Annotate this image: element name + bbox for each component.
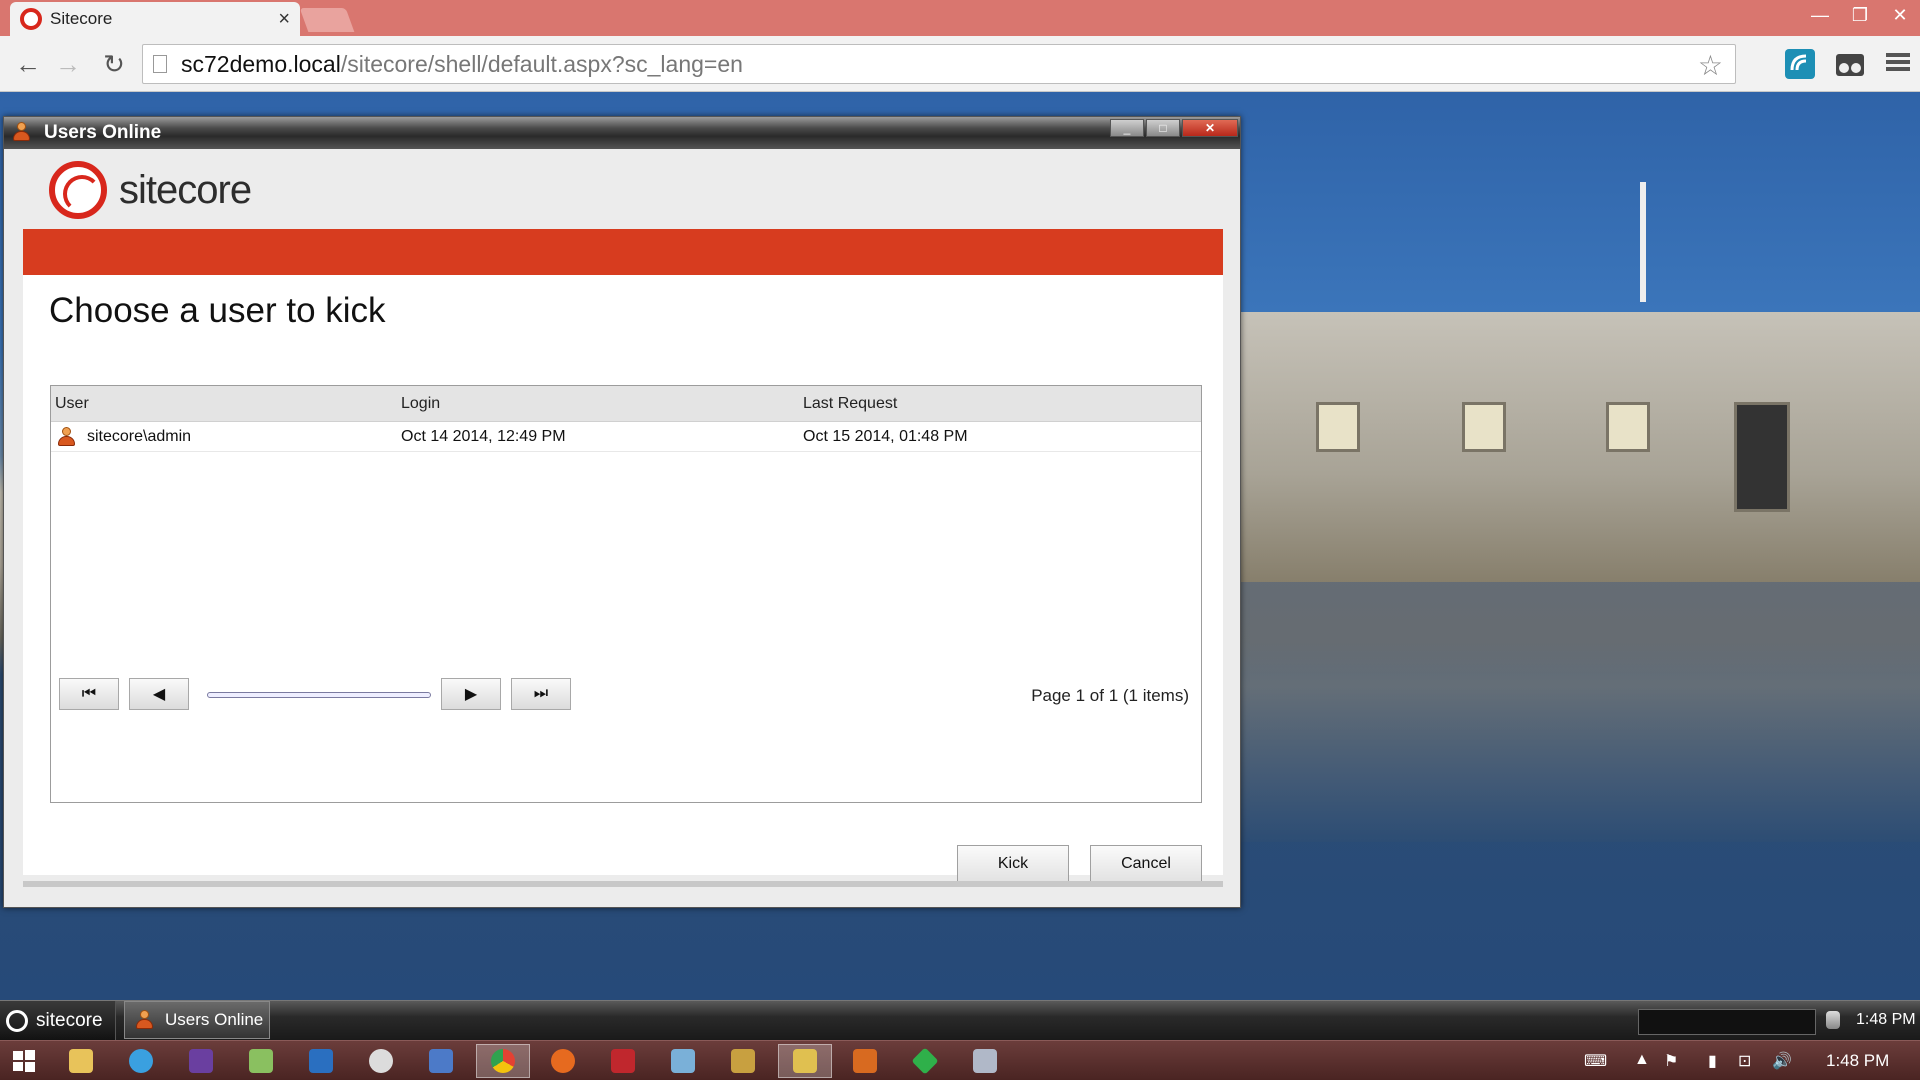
battery-icon[interactable]: ▮ xyxy=(1708,1051,1717,1071)
column-header-user[interactable]: User xyxy=(55,386,89,421)
sitecore-clock: 1:48 PM xyxy=(1856,1011,1916,1028)
outlook-icon[interactable] xyxy=(294,1044,348,1078)
bookmark-star-icon[interactable]: ☆ xyxy=(1698,49,1723,82)
internet-explorer-icon[interactable] xyxy=(114,1044,168,1078)
taskbar-item-label: Users Online xyxy=(165,1010,264,1029)
page-icon xyxy=(153,55,167,73)
kick-button[interactable]: Kick xyxy=(957,845,1069,883)
previous-page-button[interactable]: ◀ xyxy=(129,678,189,710)
table-row[interactable]: sitecore\admin Oct 14 2014, 12:49 PM Oct… xyxy=(51,422,1201,452)
dialog-body: sitecore Choose a user to kick User Logi… xyxy=(23,151,1223,883)
dialog-titlebar[interactable]: Users Online _ □ ✕ xyxy=(4,117,1240,149)
windows-start-icon[interactable] xyxy=(12,1049,36,1073)
network-tool-icon[interactable] xyxy=(656,1044,710,1078)
header-band xyxy=(23,229,1223,275)
url-path: /sitecore/shell/default.aspx?sc_lang=en xyxy=(340,50,743,77)
chrome-icon[interactable] xyxy=(476,1044,530,1078)
users-online-icon xyxy=(12,122,34,144)
users-online-task-icon xyxy=(135,1010,155,1030)
filezilla-icon[interactable] xyxy=(596,1044,650,1078)
restore-icon[interactable]: ❐ xyxy=(1840,0,1880,30)
tools-icon[interactable] xyxy=(778,1044,832,1078)
url-host: sc72demo.local xyxy=(181,50,341,77)
extension-icon[interactable] xyxy=(1784,48,1816,80)
notepad-icon[interactable] xyxy=(234,1044,288,1078)
dialog-title: Users Online xyxy=(44,122,162,143)
page-title: Choose a user to kick xyxy=(49,291,386,330)
browser-toolbar: ← → ↻ sc72demo.local /sitecore/shell/def… xyxy=(0,36,1920,92)
sitecore-taskbar: sitecore Users Online 1:48 PM xyxy=(0,1000,1920,1041)
database-icon[interactable] xyxy=(1826,1011,1840,1029)
close-tab-icon[interactable]: × xyxy=(278,8,290,31)
visual-studio-icon[interactable] xyxy=(174,1044,228,1078)
taskbar-item-users-online[interactable]: Users Online xyxy=(124,1001,270,1039)
database-tool-icon[interactable] xyxy=(958,1044,1012,1078)
sitecore-start-icon xyxy=(6,1010,28,1032)
grid-pager: ⏮ ◀ ▶ ⏭ Page 1 of 1 (1 items) xyxy=(59,678,1189,712)
last-page-button[interactable]: ⏭ xyxy=(511,678,571,710)
wallpaper-tower xyxy=(1640,182,1646,302)
firefox-icon[interactable] xyxy=(536,1044,590,1078)
incognito-extension-icon[interactable] xyxy=(1834,48,1866,80)
dialog-footer-bar xyxy=(23,881,1223,887)
user-icon xyxy=(57,426,75,447)
next-page-button[interactable]: ▶ xyxy=(441,678,501,710)
users-grid: User Login Last Request sitecore\admin O… xyxy=(50,385,1202,803)
first-page-button[interactable]: ⏮ xyxy=(59,678,119,710)
page-info: Page 1 of 1 (1 items) xyxy=(1031,686,1189,705)
new-tab-button[interactable] xyxy=(299,8,355,32)
windows-clock: 1:48 PM xyxy=(1826,1051,1890,1070)
minimize-icon[interactable]: — xyxy=(1800,0,1840,30)
window-controls: — ❐ ✕ xyxy=(1800,0,1920,30)
dialog-window-controls: _ □ ✕ xyxy=(1110,119,1238,137)
sitecore-logo-text: sitecore xyxy=(119,167,252,212)
sitecore-logo: sitecore xyxy=(23,151,1223,229)
network-icon[interactable]: ⊡ xyxy=(1738,1051,1751,1071)
address-bar[interactable]: sc72demo.local /sitecore/shell/default.a… xyxy=(142,44,1736,84)
forward-arrow-icon[interactable]: → xyxy=(52,48,84,80)
grid-header: User Login Last Request xyxy=(51,386,1201,422)
user-name-cell: sitecore\admin xyxy=(87,427,192,445)
browser-tab-strip: Sitecore × — ❐ ✕ xyxy=(0,0,1920,36)
wallpaper-fort xyxy=(1240,312,1920,582)
volume-icon[interactable]: 🔊 xyxy=(1772,1051,1792,1071)
dialog-maximize-icon[interactable]: □ xyxy=(1146,119,1180,137)
page-slider[interactable] xyxy=(207,692,431,698)
last-request-cell: Oct 15 2014, 01:48 PM xyxy=(803,427,968,445)
browser-tab-title: Sitecore xyxy=(50,9,113,28)
login-cell: Oct 14 2014, 12:49 PM xyxy=(401,427,566,445)
menu-icon[interactable] xyxy=(1884,48,1916,80)
sitecore-start-button[interactable]: sitecore xyxy=(0,1001,116,1041)
sql-tool-icon[interactable] xyxy=(716,1044,770,1078)
sitecore-tray-area xyxy=(1638,1009,1816,1035)
action-center-flag-icon[interactable]: ⚑ xyxy=(1664,1051,1678,1071)
column-header-last-request[interactable]: Last Request xyxy=(803,386,897,421)
users-online-dialog: Users Online _ □ ✕ sitecore Choose a use… xyxy=(3,116,1241,908)
dialog-minimize-icon[interactable]: _ xyxy=(1110,119,1144,137)
column-header-login[interactable]: Login xyxy=(401,386,440,421)
dialog-close-icon[interactable]: ✕ xyxy=(1182,119,1238,137)
sitecore-logo-icon xyxy=(49,161,107,219)
vpn-icon[interactable] xyxy=(354,1044,408,1078)
dialog-content: Choose a user to kick User Login Last Re… xyxy=(23,275,1223,883)
java-icon[interactable] xyxy=(838,1044,892,1078)
wallpaper-reflection xyxy=(1240,582,1920,842)
sitecore-start-label: sitecore xyxy=(36,1010,103,1031)
remote-desktop-icon[interactable] xyxy=(414,1044,468,1078)
cancel-button[interactable]: Cancel xyxy=(1090,845,1202,883)
reload-icon[interactable]: ↻ xyxy=(98,48,130,80)
keyboard-icon[interactable]: ⌨ xyxy=(1584,1051,1607,1071)
browser-tab[interactable]: Sitecore × xyxy=(10,2,300,36)
sitecore-favicon-icon xyxy=(20,8,42,30)
green-diamond-icon[interactable] xyxy=(898,1044,952,1078)
windows-taskbar: ⌨ ▲ ⚑ ▮ ⊡ 🔊 1:48 PM xyxy=(0,1040,1920,1080)
file-explorer-icon[interactable] xyxy=(54,1044,108,1078)
back-arrow-icon[interactable]: ← xyxy=(12,48,44,80)
close-icon[interactable]: ✕ xyxy=(1880,0,1920,30)
show-hidden-icons-icon[interactable]: ▲ xyxy=(1634,1051,1650,1069)
